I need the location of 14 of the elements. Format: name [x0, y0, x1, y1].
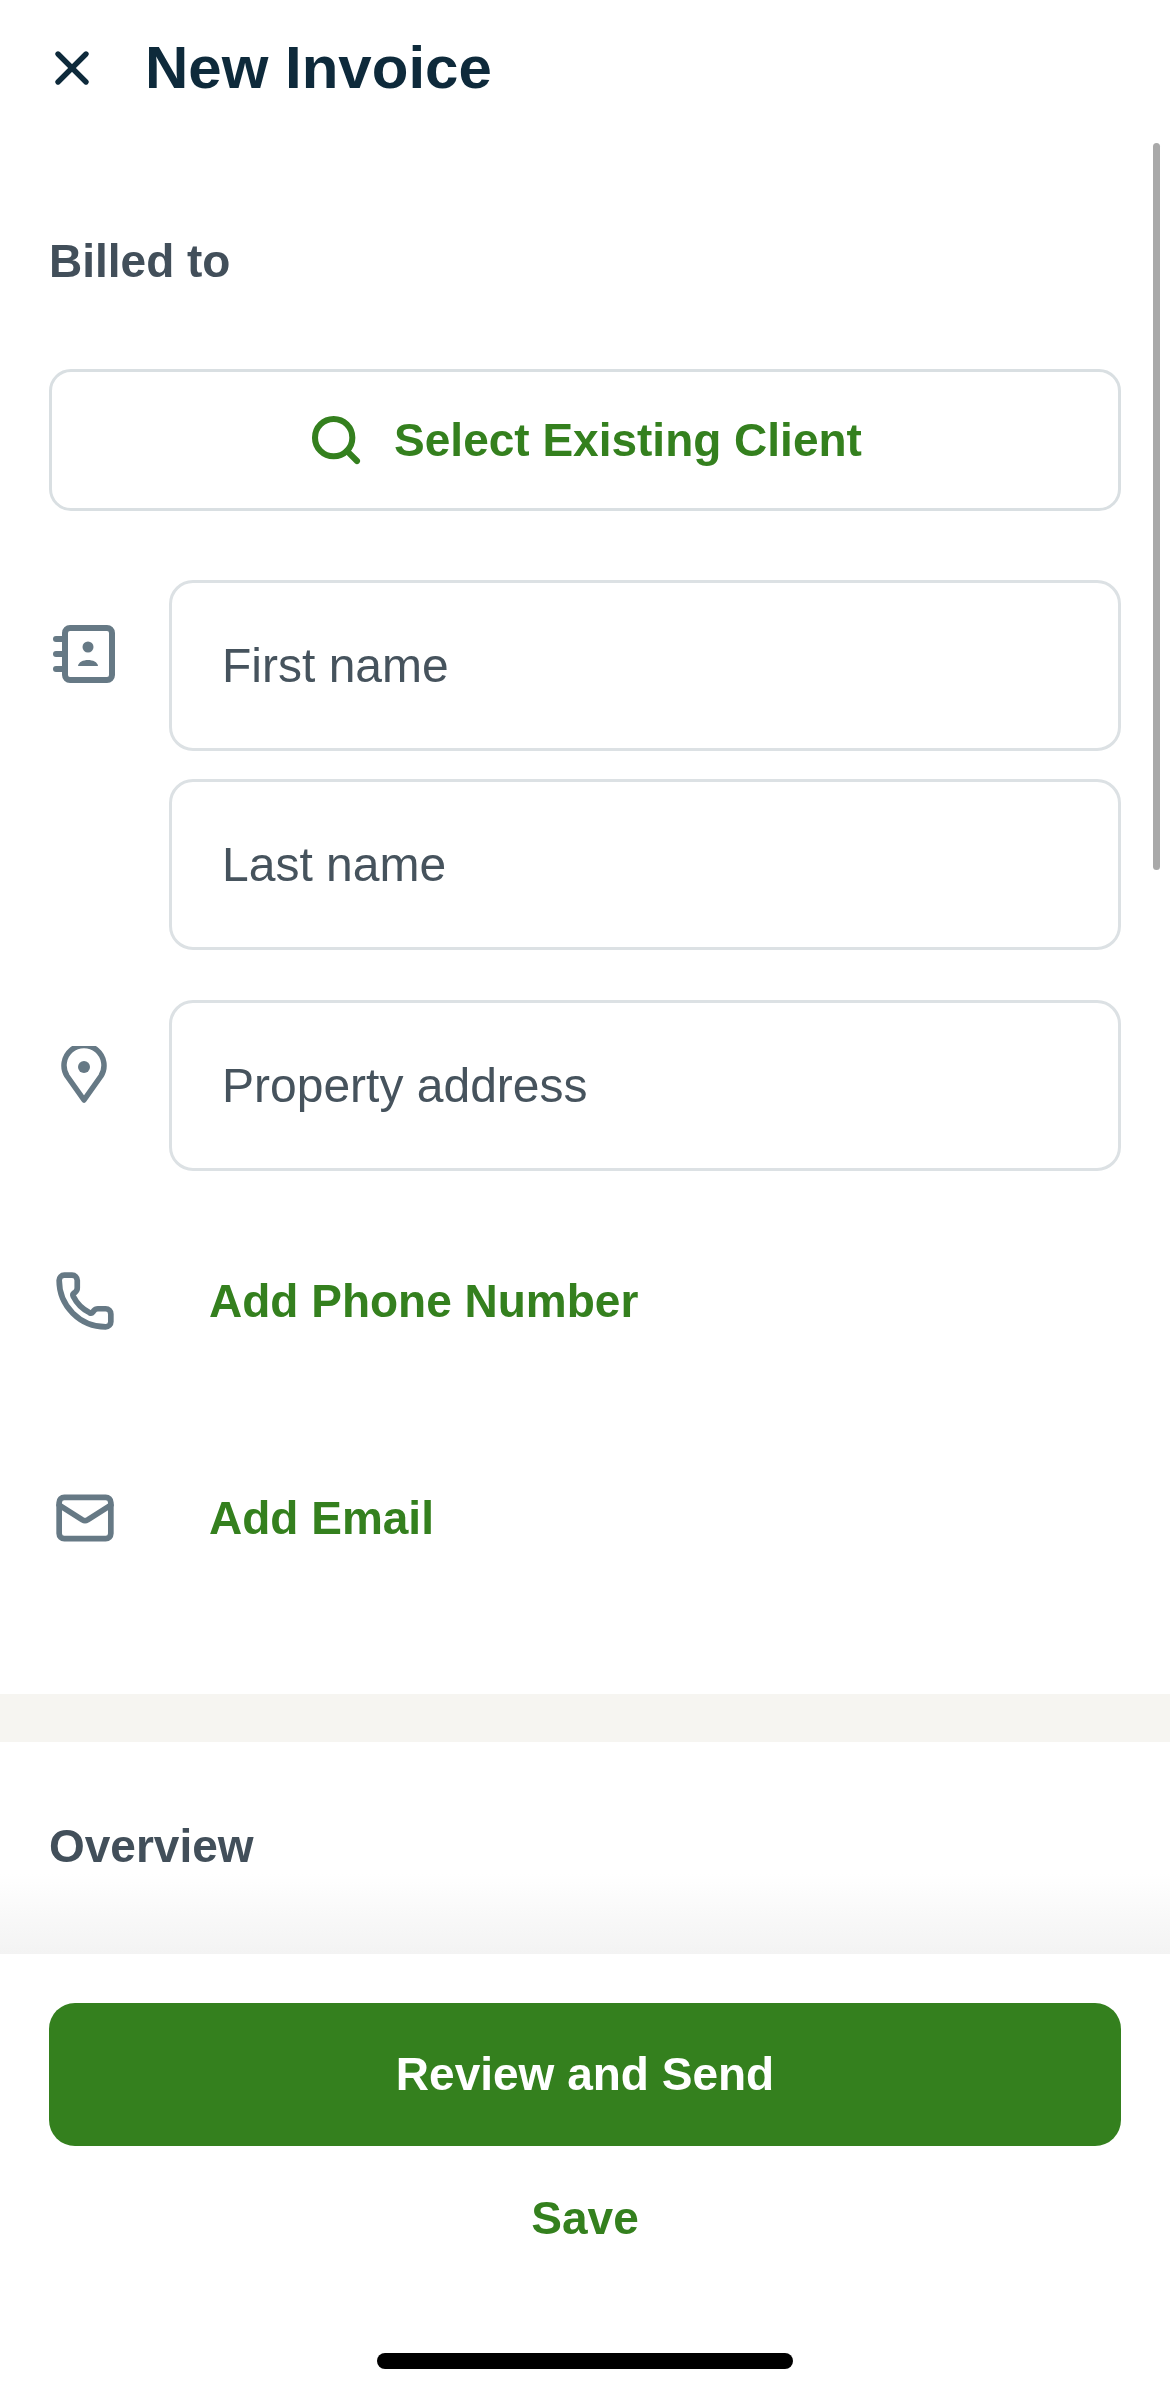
- page-title: New Invoice: [145, 33, 492, 103]
- input-field[interactable]: Property address: [169, 1000, 1121, 1171]
- section-heading: Overview: [49, 1819, 255, 1874]
- section-heading: Billed to: [49, 234, 232, 289]
- add-link-button[interactable]: Add Phone Number: [209, 1273, 639, 1329]
- select-client-button[interactable]: Select Existing Client: [49, 369, 1121, 511]
- map-pin-icon: [61, 1046, 107, 1104]
- add-link-button[interactable]: Add Email: [209, 1490, 434, 1546]
- review-send-button[interactable]: Review and Send: [49, 2003, 1121, 2146]
- save-button[interactable]: Save: [531, 2190, 639, 2246]
- contact-book-icon: [53, 625, 115, 683]
- input-field[interactable]: First name: [169, 580, 1121, 751]
- input-field[interactable]: Last name: [169, 779, 1121, 950]
- phone-icon: [54, 1270, 116, 1332]
